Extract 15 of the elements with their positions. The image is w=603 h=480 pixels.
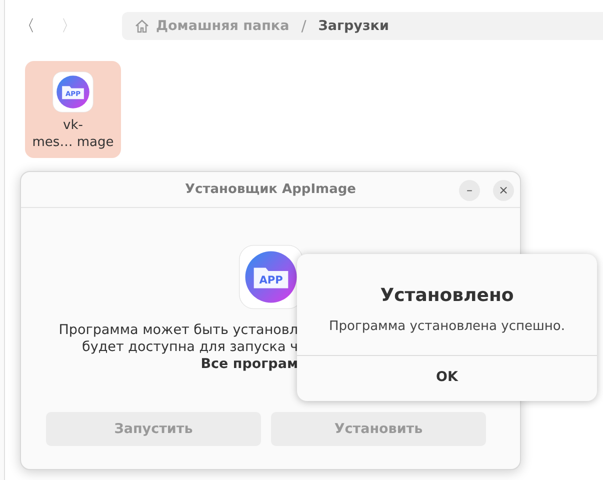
- window-title: Установщик AppImage: [185, 180, 356, 199]
- path-separator: /: [301, 16, 306, 37]
- app-icon: APP: [238, 244, 304, 310]
- message-text: будет доступна для запуска ч: [81, 339, 298, 356]
- file-name: vk- mes… mage: [31, 117, 115, 151]
- back-button[interactable]: 〈: [14, 12, 40, 40]
- dialog-message: Программа установлена успешно.: [328, 318, 566, 336]
- close-button[interactable]: ×: [493, 180, 514, 201]
- path-crumb[interactable]: Загрузки: [318, 16, 389, 36]
- message-text: Программа может быть установл: [58, 322, 298, 339]
- ok-button[interactable]: OK: [297, 356, 597, 400]
- home-icon: [134, 18, 150, 34]
- dialog-title: Установлено: [379, 284, 515, 308]
- minimize-button[interactable]: –: [459, 180, 480, 201]
- message-text: Все програм: [200, 356, 298, 373]
